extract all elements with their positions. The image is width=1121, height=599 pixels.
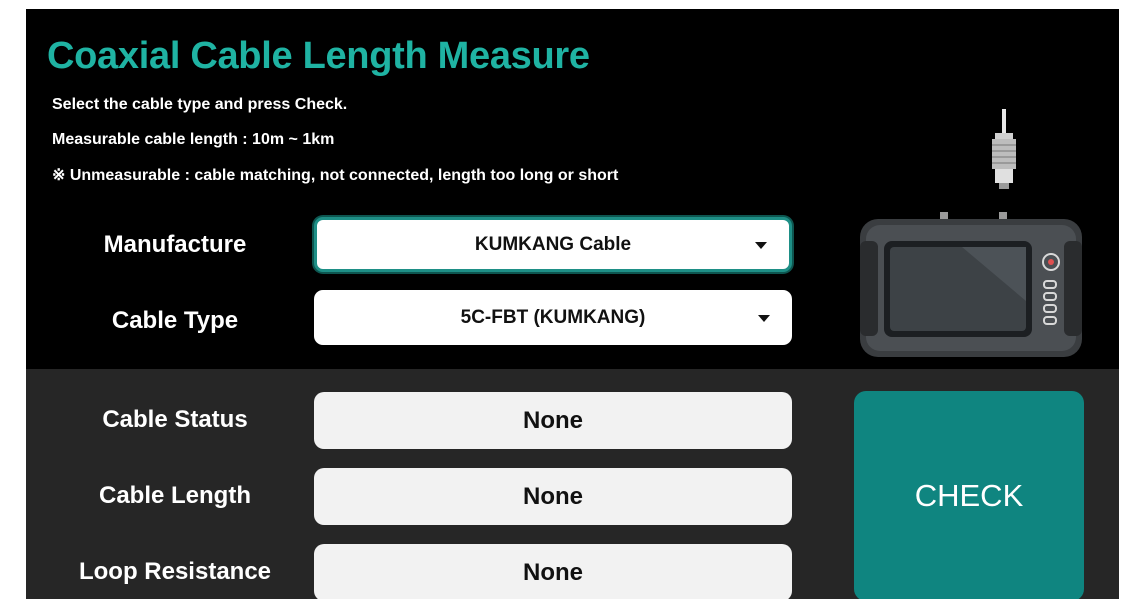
bnc-connector-icon <box>992 109 1016 189</box>
cable-length-label: Cable Length <box>98 482 251 509</box>
instruction-unmeasurable: ※ Unmeasurable : cable matching, not con… <box>52 167 619 184</box>
manufacture-label: Manufacture <box>103 231 247 258</box>
manufacture-select[interactable]: KUMKANG Cable <box>314 217 792 272</box>
app-screen: Coaxial Cable Length Measure Select the … <box>26 9 1119 599</box>
loop-resistance-value: None <box>314 544 792 599</box>
cable-type-selected-value: 5C-FBT (KUMKANG) <box>460 306 646 328</box>
cable-length-value: None <box>314 468 792 525</box>
check-button[interactable]: CHECK <box>854 391 1084 599</box>
instruction-select: Select the cable type and press Check. <box>52 96 348 113</box>
caret-down-icon <box>755 241 767 249</box>
results-panel: Cable Status None Cable Length None Loop… <box>26 369 1119 599</box>
manufacture-selected-value: KUMKANG Cable <box>474 233 632 255</box>
instruction-range: Measurable cable length : 10m ~ 1km <box>52 131 335 148</box>
cable-type-select[interactable]: 5C-FBT (KUMKANG) <box>314 290 792 345</box>
caret-down-icon <box>758 314 770 322</box>
cable-status-label: Cable Status <box>102 406 248 433</box>
loop-resistance-label: Loop Resistance <box>78 558 272 585</box>
cable-status-value: None <box>314 392 792 449</box>
tester-device-icon <box>860 109 1082 357</box>
page-title: Coaxial Cable Length Measure <box>47 35 590 77</box>
cable-type-label: Cable Type <box>111 307 239 334</box>
